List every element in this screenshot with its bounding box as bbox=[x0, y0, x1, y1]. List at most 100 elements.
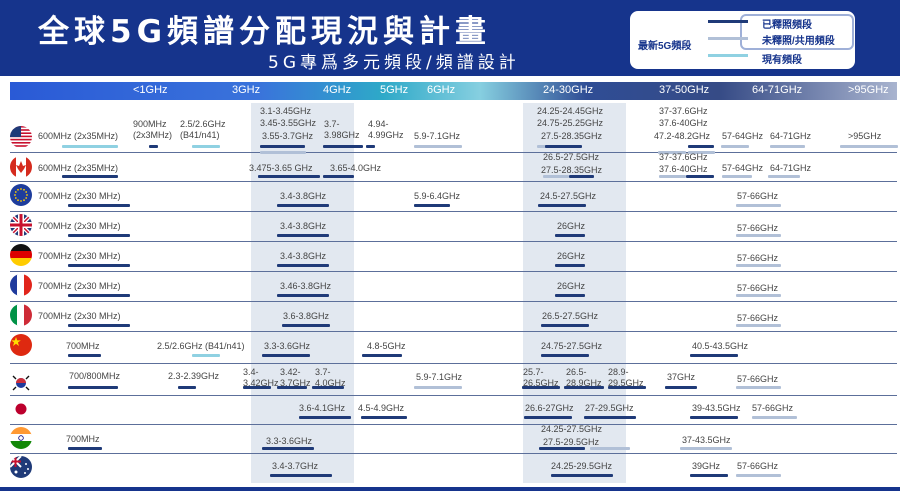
band-axis-label: <1GHz bbox=[133, 84, 168, 96]
allocation-label: 3.46-3.8GHz bbox=[280, 281, 332, 291]
flag-uk-icon bbox=[10, 214, 32, 236]
allocation-bar bbox=[312, 386, 344, 389]
allocation-bar bbox=[569, 175, 594, 178]
allocation-label: 700MHz (2x30 MHz) bbox=[38, 281, 121, 291]
header-banner: 全球5G頻譜分配現況與計畫 5G專爲多元頻段/頻譜設計 最新5G頻段 已釋照頻段… bbox=[0, 0, 900, 76]
flag-korea-icon bbox=[10, 372, 32, 394]
allocation-bar bbox=[68, 447, 102, 450]
allocation-label: 24.75-25.25GHz bbox=[537, 118, 604, 128]
allocation-label: 37.6-40GHz bbox=[659, 118, 708, 128]
allocation-label: 37-37.6GHz bbox=[659, 106, 708, 116]
allocation-label: 57-66GHz bbox=[737, 313, 779, 323]
row-divider bbox=[10, 241, 897, 242]
allocation-label: 700MHz bbox=[66, 341, 100, 351]
allocation-label: 39-43.5GHz bbox=[692, 403, 741, 413]
allocation-bar bbox=[545, 145, 582, 148]
allocation-label: 3.7- 3.98GHz bbox=[324, 119, 360, 140]
allocation-label: 5.9-7.1GHz bbox=[414, 131, 461, 141]
allocation-bar bbox=[68, 294, 130, 297]
allocation-label: 700MHz (2x30 MHz) bbox=[38, 221, 121, 231]
allocation-bar bbox=[260, 145, 305, 148]
allocation-label: 37-37.6GHz bbox=[659, 152, 708, 162]
allocation-bar bbox=[736, 264, 781, 267]
allocation-bar bbox=[68, 234, 130, 237]
allocation-bar bbox=[68, 324, 130, 327]
allocation-bar bbox=[522, 386, 560, 389]
allocation-bar bbox=[551, 474, 613, 477]
allocation-bar bbox=[722, 175, 752, 178]
allocation-bar bbox=[555, 234, 585, 237]
flag-france-icon bbox=[10, 274, 32, 296]
allocation-bar bbox=[282, 324, 330, 327]
allocation-label: 64-71GHz bbox=[770, 131, 812, 141]
allocation-label: 27-29.5GHz bbox=[585, 403, 634, 413]
allocation-label: 3.4-3.8GHz bbox=[280, 221, 327, 231]
allocation-bar bbox=[62, 145, 118, 148]
allocation-bar bbox=[277, 264, 329, 267]
allocation-label: 57-66GHz bbox=[737, 223, 779, 233]
allocation-bar bbox=[258, 175, 320, 178]
allocation-label: 24.75-27.5GHz bbox=[541, 341, 603, 351]
allocation-bar bbox=[277, 386, 307, 389]
allocation-bar bbox=[414, 204, 450, 207]
band-axis-label: 64-71GHz bbox=[752, 84, 803, 96]
flag-italy-icon bbox=[10, 304, 32, 326]
allocation-bar bbox=[524, 416, 572, 419]
allocation-label: 24.25-27.5GHz bbox=[541, 424, 603, 434]
allocation-label: 4.94- 4.99GHz bbox=[368, 119, 404, 140]
allocation-bar bbox=[768, 175, 800, 178]
allocation-label: 5.9-6.4GHz bbox=[414, 191, 461, 201]
allocation-bar bbox=[149, 145, 158, 148]
allocation-label: 57-66GHz bbox=[737, 461, 779, 471]
allocation-label: 57-66GHz bbox=[737, 283, 779, 293]
band-axis-label: 24-30GHz bbox=[543, 84, 594, 96]
allocation-bar bbox=[590, 447, 630, 450]
allocation-label: 3.4-3.8GHz bbox=[280, 251, 327, 261]
allocation-bar bbox=[62, 175, 118, 178]
allocation-bar bbox=[541, 324, 589, 327]
flag-germany-icon bbox=[10, 244, 32, 266]
allocation-bar bbox=[736, 204, 781, 207]
legend-label-existing: 現有頻段 bbox=[762, 55, 802, 66]
allocation-label: 3.4-3.7GHz bbox=[272, 461, 319, 471]
allocation-bar bbox=[686, 175, 714, 178]
allocation-label: 3.65-4.0GHz bbox=[330, 163, 382, 173]
allocation-bar bbox=[68, 204, 130, 207]
allocation-bar bbox=[299, 416, 351, 419]
allocation-label: 37GHz bbox=[667, 372, 696, 382]
row-divider bbox=[10, 453, 897, 454]
allocation-bar bbox=[752, 416, 797, 419]
allocation-bar bbox=[608, 386, 646, 389]
page-subtitle: 5G專爲多元頻段/頻譜設計 bbox=[268, 53, 520, 73]
allocation-bar bbox=[736, 324, 781, 327]
allocation-bar bbox=[277, 204, 329, 207]
allocation-label: 24.25-29.5GHz bbox=[551, 461, 613, 471]
legend-label-unreleased: 未釋照/共用頻段 bbox=[762, 36, 835, 47]
footer-bar bbox=[0, 487, 900, 491]
allocation-bar bbox=[192, 145, 220, 148]
flag-eu-icon bbox=[10, 184, 32, 206]
legend-label-released: 已釋照頻段 bbox=[762, 20, 812, 31]
allocation-label: 26GHz bbox=[557, 251, 586, 261]
allocation-label: 26.6-27GHz bbox=[525, 403, 574, 413]
allocation-label: 700MHz (2x30 MHz) bbox=[38, 191, 121, 201]
legend-line-existing bbox=[708, 54, 748, 57]
legend-title: 最新5G頻段 bbox=[638, 41, 692, 52]
allocation-label: 64-71GHz bbox=[770, 163, 812, 173]
legend-line-released bbox=[708, 20, 748, 23]
flag-japan-icon bbox=[10, 398, 32, 420]
allocation-label: 900MHz (2x3MHz) bbox=[133, 119, 173, 140]
row-divider bbox=[10, 181, 897, 182]
allocation-label: 3.3-3.6GHz bbox=[266, 436, 313, 446]
allocation-bar bbox=[584, 416, 636, 419]
allocation-label: 37.6-40GHz bbox=[659, 164, 708, 174]
allocation-bar bbox=[541, 354, 589, 357]
allocation-label: 3.3-3.6GHz bbox=[264, 341, 311, 351]
allocation-label: 4.5-4.9GHz bbox=[358, 403, 405, 413]
allocation-bar bbox=[323, 175, 354, 178]
band-axis-label: 3GHz bbox=[232, 84, 261, 96]
allocation-bar bbox=[414, 145, 462, 148]
allocation-label: 57-64GHz bbox=[722, 131, 764, 141]
allocation-label: 4.8-5GHz bbox=[367, 341, 406, 351]
allocation-bar bbox=[555, 264, 585, 267]
